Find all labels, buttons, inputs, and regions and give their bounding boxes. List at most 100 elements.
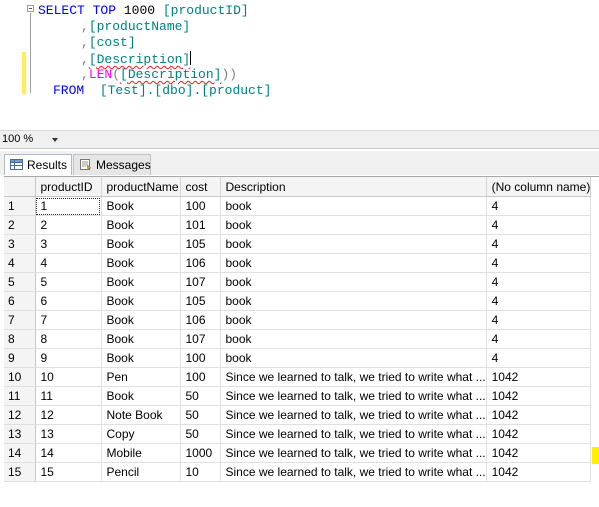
table-row[interactable]: 15 15 Pencil 10 Since we learned to talk, we… (4, 462, 592, 482)
table-cell[interactable]: 8 (35, 329, 102, 349)
table-cell[interactable]: 50 (180, 424, 221, 444)
table-cell[interactable]: book (220, 234, 487, 254)
table-cell[interactable]: 1042 (486, 462, 592, 482)
collapse-icon[interactable] (27, 5, 34, 12)
table-cell[interactable]: Book (101, 348, 181, 368)
table-row[interactable]: 9 9 Book 100 book 4 (4, 348, 592, 368)
row-number[interactable]: 9 (4, 348, 36, 368)
tab-messages[interactable]: Messages (73, 154, 151, 175)
table-cell[interactable]: 4 (486, 329, 592, 349)
table-cell[interactable]: Book (101, 386, 181, 406)
table-cell[interactable]: Pen (101, 367, 181, 387)
table-cell[interactable]: 106 (180, 310, 221, 330)
tab-results[interactable]: Results (4, 154, 72, 175)
table-cell[interactable]: 1042 (486, 367, 592, 387)
column-header[interactable]: (No column name) (486, 177, 592, 197)
table-row[interactable]: 12 12 Note Book 50 Since we learned to talk,… (4, 405, 592, 425)
table-cell[interactable]: 100 (180, 196, 221, 216)
row-number[interactable]: 6 (4, 291, 36, 311)
chevron-down-icon[interactable] (52, 138, 58, 142)
table-cell[interactable]: 4 (486, 253, 592, 273)
table-cell[interactable]: 4 (35, 253, 102, 273)
row-number[interactable]: 11 (4, 386, 36, 406)
table-row[interactable]: 10 10 Pen 100 Since we learned to talk, we t… (4, 367, 592, 387)
table-cell[interactable]: 12 (35, 405, 102, 425)
table-cell[interactable]: 107 (180, 329, 221, 349)
row-number[interactable]: 5 (4, 272, 36, 292)
table-cell[interactable]: Since we learned to talk, we tried to wr… (220, 386, 487, 406)
table-cell[interactable]: book (220, 272, 487, 292)
table-cell[interactable]: 106 (180, 253, 221, 273)
table-cell[interactable]: 1000 (180, 443, 221, 463)
column-header[interactable]: cost (180, 177, 221, 197)
table-row[interactable]: 14 14 Mobile 1000 Since we learned to talk, … (4, 443, 592, 463)
table-cell[interactable]: 4 (486, 291, 592, 311)
table-cell[interactable]: 6 (35, 291, 102, 311)
table-row[interactable]: 11 11 Book 50 Since we learned to talk, we t… (4, 386, 592, 406)
table-cell[interactable]: Book (101, 272, 181, 292)
results-grid[interactable]: productID productName cost Description (… (4, 176, 599, 507)
table-cell[interactable]: 100 (180, 348, 221, 368)
table-row[interactable]: 8 8 Book 107 book 4 (4, 329, 592, 349)
table-cell[interactable]: 100 (180, 367, 221, 387)
table-row[interactable]: 1 1 Book 100 book 4 (4, 196, 592, 216)
table-cell[interactable]: Book (101, 196, 181, 216)
table-cell[interactable]: 105 (180, 234, 221, 254)
table-cell[interactable]: Book (101, 215, 181, 235)
table-cell[interactable]: book (220, 348, 487, 368)
row-number[interactable]: 1 (4, 196, 36, 216)
table-cell[interactable]: Book (101, 291, 181, 311)
table-cell[interactable]: 4 (486, 310, 592, 330)
select-all-corner[interactable] (4, 177, 36, 197)
table-row[interactable]: 6 6 Book 105 book 4 (4, 291, 592, 311)
row-number[interactable]: 10 (4, 367, 36, 387)
row-number[interactable]: 7 (4, 310, 36, 330)
table-cell[interactable]: 4 (486, 215, 592, 235)
column-header[interactable]: Description (220, 177, 487, 197)
row-number[interactable]: 2 (4, 215, 36, 235)
table-row[interactable]: 13 13 Copy 50 Since we learned to talk, we t… (4, 424, 592, 444)
table-row[interactable]: 3 3 Book 105 book 4 (4, 234, 592, 254)
table-cell[interactable]: book (220, 196, 487, 216)
table-cell[interactable]: 5 (35, 272, 102, 292)
table-cell[interactable]: 4 (486, 348, 592, 368)
row-number[interactable]: 14 (4, 443, 36, 463)
table-cell[interactable]: Book (101, 329, 181, 349)
table-cell[interactable]: Copy (101, 424, 181, 444)
sql-editor[interactable]: SELECT TOP 1000 [productID] ,[productNam… (0, 0, 599, 130)
table-cell[interactable]: book (220, 310, 487, 330)
table-row[interactable]: 2 2 Book 101 book 4 (4, 215, 592, 235)
table-cell[interactable]: 1 (35, 196, 102, 216)
table-cell[interactable]: 4 (486, 196, 592, 216)
table-cell[interactable]: Since we learned to talk, we tried to wr… (220, 367, 487, 387)
table-cell[interactable]: 101 (180, 215, 221, 235)
table-cell[interactable]: 15 (35, 462, 102, 482)
column-header[interactable]: productID (35, 177, 102, 197)
table-row[interactable]: 5 5 Book 107 book 4 (4, 272, 592, 292)
table-cell[interactable]: 13 (35, 424, 102, 444)
table-cell[interactable]: book (220, 215, 487, 235)
table-cell[interactable]: book (220, 329, 487, 349)
table-cell[interactable]: Book (101, 310, 181, 330)
table-cell[interactable]: 2 (35, 215, 102, 235)
table-cell[interactable]: 4 (486, 234, 592, 254)
table-cell[interactable]: 7 (35, 310, 102, 330)
table-cell[interactable]: Note Book (101, 405, 181, 425)
table-cell[interactable]: Since we learned to talk, we tried to wr… (220, 462, 487, 482)
table-cell[interactable]: 14 (35, 443, 102, 463)
table-cell[interactable]: book (220, 253, 487, 273)
table-row[interactable]: 4 4 Book 106 book 4 (4, 253, 592, 273)
table-cell[interactable]: 4 (486, 272, 592, 292)
table-cell[interactable]: 50 (180, 405, 221, 425)
table-cell[interactable]: 9 (35, 348, 102, 368)
table-cell[interactable]: 1042 (486, 405, 592, 425)
row-number[interactable]: 4 (4, 253, 36, 273)
table-cell[interactable]: Mobile (101, 443, 181, 463)
table-cell[interactable]: 1042 (486, 386, 592, 406)
table-cell[interactable]: Book (101, 253, 181, 273)
table-cell[interactable]: Since we learned to talk, we tried to wr… (220, 405, 487, 425)
column-header[interactable]: productName (101, 177, 181, 197)
row-number[interactable]: 13 (4, 424, 36, 444)
table-cell[interactable]: 10 (35, 367, 102, 387)
table-cell[interactable]: Book (101, 234, 181, 254)
